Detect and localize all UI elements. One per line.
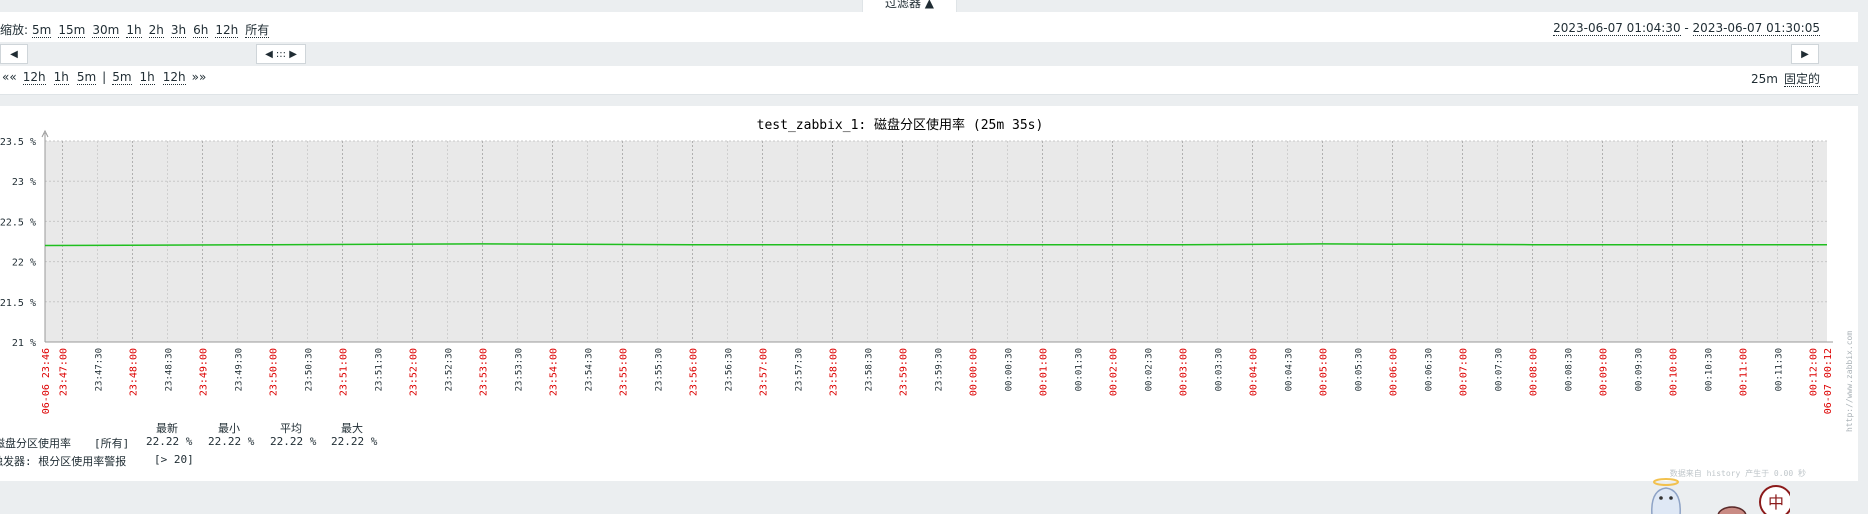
date-separator: - [1680, 21, 1693, 35]
legend-item-name: 磁盘分区使用率 [0, 437, 71, 450]
legend-header-avg: 平均 [280, 422, 302, 435]
zoom-option[interactable]: 6h [193, 23, 209, 38]
time-control-panel: 缩放: 5m 15m 30m 1h 2h 3h 6h 12h 所有 2023-06-07 01:0… [0, 12, 1858, 95]
legend-trigger: 触发器: 根分区使用率警报 [0, 455, 127, 468]
legend-header-max: 最大 [341, 422, 363, 435]
navigation-row: «« 12h 1h 5m | 5m 1h 12h »» [0, 70, 208, 85]
nav-divider: | [102, 70, 107, 84]
zoom-option[interactable]: 30m [92, 23, 120, 38]
zoom-option[interactable]: 12h [215, 23, 239, 38]
date-end[interactable]: 2023-06-07 01:30:05 [1692, 21, 1820, 36]
nav-forward-option[interactable]: 5m [112, 70, 132, 85]
nav-forward-option[interactable]: 1h [139, 70, 155, 85]
arrow-right-icon: ▶ [1801, 49, 1809, 60]
fixed-toggle[interactable]: 固定的 [1783, 72, 1820, 87]
drag-handle-icon: ◀ ::: ▶ [265, 49, 297, 60]
zoom-option[interactable]: 15m [58, 23, 86, 38]
zoom-option[interactable]: 1h [126, 23, 142, 38]
slider-handle[interactable]: ◀ ::: ▶ [256, 44, 306, 64]
date-start[interactable]: 2023-06-07 01:04:30 [1553, 21, 1681, 36]
zoom-option-all[interactable]: 所有 [245, 23, 270, 38]
legend-value-last: 22.22 % [146, 435, 193, 448]
legend-value-min: 22.22 % [208, 435, 255, 448]
legend-trigger-condition: [> 20] [154, 453, 194, 466]
mascot-badge-glyph: 中 [1768, 493, 1784, 512]
nav-back-option[interactable]: 12h [22, 70, 46, 85]
date-range: 2023-06-07 01:04:30 - 2023-06-07 01:30:0… [1553, 21, 1820, 36]
zoom-row: 缩放: 5m 15m 30m 1h 2h 3h 6h 12h 所有 [0, 21, 276, 38]
slider-right-button[interactable]: ▶ [1791, 44, 1819, 64]
zoom-label: 缩放: [0, 23, 29, 37]
mascot-decoration: 中 [1640, 476, 1790, 514]
arrow-left-icon: ◀ [10, 49, 18, 60]
period-value: 25m [1751, 72, 1778, 86]
nav-forward-all[interactable]: »» [192, 70, 207, 84]
filter-tab-label[interactable]: 过滤器 ▲ [885, 0, 934, 10]
time-slider-track[interactable]: ◀ ◀ ::: ▶ ▶ [0, 42, 1858, 66]
legend-value-max: 22.22 % [331, 435, 378, 448]
zoom-option[interactable]: 5m [32, 23, 52, 38]
legend-header-min: 最小 [218, 422, 240, 435]
nav-back-option[interactable]: 5m [76, 70, 97, 85]
graph-panel [0, 106, 1858, 481]
legend-value-avg: 22.22 % [270, 435, 317, 448]
legend-item-func: [所有] [94, 437, 130, 450]
legend-header-last: 最新 [156, 422, 178, 435]
period-controls: 25m 固定的 [1751, 70, 1820, 87]
zoom-option[interactable]: 3h [170, 23, 187, 38]
nav-back-all[interactable]: «« [2, 70, 17, 84]
nav-forward-option[interactable]: 12h [162, 70, 186, 85]
slider-left-button[interactable]: ◀ [0, 44, 28, 64]
zoom-option[interactable]: 2h [148, 23, 164, 38]
nav-back-option[interactable]: 1h [53, 70, 69, 85]
